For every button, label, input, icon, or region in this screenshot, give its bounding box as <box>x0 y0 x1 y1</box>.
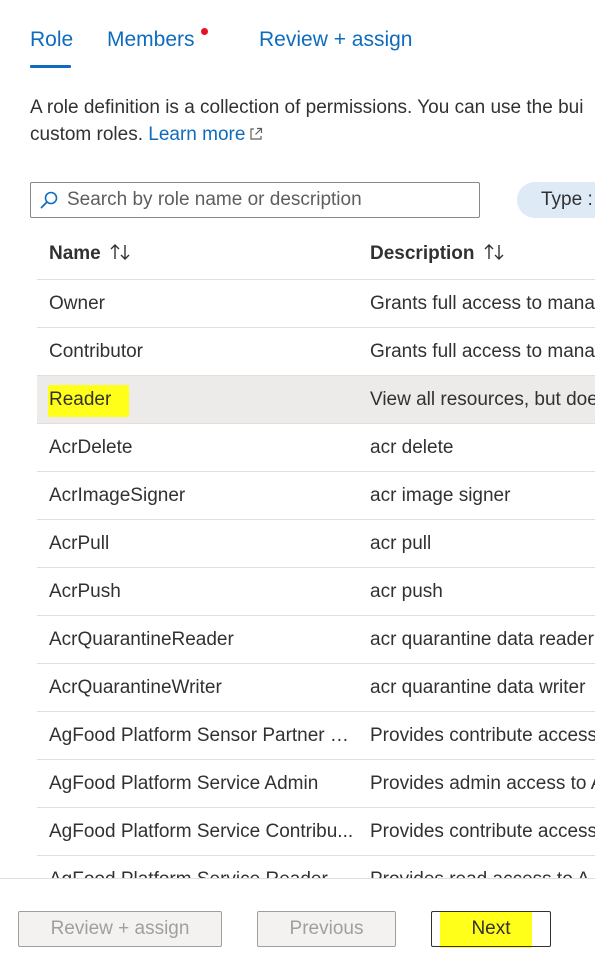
role-name: AcrPush <box>49 581 121 602</box>
notification-dot <box>201 28 208 35</box>
table-row[interactable]: Owner Grants full access to mana <box>37 280 595 328</box>
role-description: acr image signer <box>370 485 511 506</box>
active-tab-indicator <box>30 65 71 68</box>
role-description: Provides contribute access <box>370 725 595 746</box>
tab-role-label: Role <box>30 28 74 51</box>
role-name: Owner <box>49 293 105 314</box>
tab-members-label: Members <box>107 28 195 51</box>
tab-role[interactable]: Role <box>30 28 74 68</box>
table-row[interactable]: AgFood Platform Service Contribu... Prov… <box>37 808 595 856</box>
column-header-name[interactable]: Name <box>49 242 135 265</box>
role-name: AcrQuarantineReader <box>49 629 234 650</box>
sort-icon <box>110 244 130 260</box>
learn-more-link[interactable]: Learn more <box>148 124 263 145</box>
column-header-description[interactable]: Description <box>370 242 509 265</box>
table-row[interactable]: Contributor Grants full access to mana <box>37 328 595 376</box>
role-name: AgFood Platform Service Admin <box>49 773 319 794</box>
table-header: Name Description <box>37 232 595 280</box>
sort-icon <box>484 244 504 260</box>
table-row[interactable]: AcrQuarantineReader acr quarantine data … <box>37 616 595 664</box>
column-description-label: Description <box>370 243 475 264</box>
role-description: Grants full access to mana <box>370 293 595 314</box>
table-row[interactable]: AcrPull acr pull <box>37 520 595 568</box>
role-name: AgFood Platform Sensor Partner C... <box>49 725 359 746</box>
role-name: Reader <box>49 389 112 410</box>
role-name: AcrQuarantineWriter <box>49 677 222 698</box>
tab-review-assign[interactable]: Review + assign <box>259 28 413 52</box>
description-line-1: A role definition is a collection of per… <box>30 97 584 118</box>
search-icon <box>40 191 58 209</box>
role-description: Provides contribute access <box>370 821 595 842</box>
previous-button[interactable]: Previous <box>257 911 396 947</box>
role-name: AcrPull <box>49 533 110 554</box>
table-row[interactable]: AcrQuarantineWriter acr quarantine data … <box>37 664 595 712</box>
table-row[interactable]: AcrPush acr push <box>37 568 595 616</box>
footer-divider <box>0 878 595 879</box>
tab-members[interactable]: Members <box>107 28 195 52</box>
role-assignment-page: Role Members Review + assign A role defi… <box>0 0 595 976</box>
role-description: acr quarantine data writer <box>370 677 586 698</box>
role-name: AcrDelete <box>49 437 133 458</box>
role-description: Provides admin access to A <box>370 773 595 794</box>
role-description-text: A role definition is a collection of per… <box>30 94 595 148</box>
role-name: AcrImageSigner <box>49 485 186 506</box>
table-row[interactable]: AgFood Platform Service Admin Provides a… <box>37 760 595 808</box>
role-description: View all resources, but doe <box>370 389 595 410</box>
learn-more-label: Learn more <box>148 124 246 145</box>
description-line-2-text: custom roles. <box>30 124 143 145</box>
type-filter-label: Type : <box>541 189 593 210</box>
search-input[interactable] <box>67 183 472 217</box>
role-search-box[interactable] <box>30 182 480 218</box>
table-row-selected[interactable]: Reader View all resources, but doe <box>37 376 595 424</box>
tab-review-assign-label: Review + assign <box>259 28 413 51</box>
review-assign-button[interactable]: Review + assign <box>18 911 222 947</box>
role-name: AgFood Platform Service Contribu... <box>49 821 354 842</box>
next-button-label: Next <box>471 918 511 939</box>
role-description: Grants full access to mana <box>370 341 595 362</box>
external-link-icon <box>250 127 263 140</box>
table-row[interactable]: AcrDelete acr delete <box>37 424 595 472</box>
table-row[interactable]: AcrImageSigner acr image signer <box>37 472 595 520</box>
role-description: acr push <box>370 581 443 602</box>
table-row[interactable]: AgFood Platform Sensor Partner C... Prov… <box>37 712 595 760</box>
role-description: acr delete <box>370 437 454 458</box>
column-name-label: Name <box>49 243 101 264</box>
role-description: acr quarantine data reader <box>370 629 594 650</box>
role-name: Contributor <box>49 341 143 362</box>
next-button[interactable]: Next <box>431 911 551 947</box>
type-filter-pill[interactable]: Type : <box>517 182 595 218</box>
role-description: acr pull <box>370 533 432 554</box>
description-line-2: custom roles. Learn more <box>30 121 595 148</box>
roles-table: Name Description Owner Grants full acces… <box>37 232 595 904</box>
